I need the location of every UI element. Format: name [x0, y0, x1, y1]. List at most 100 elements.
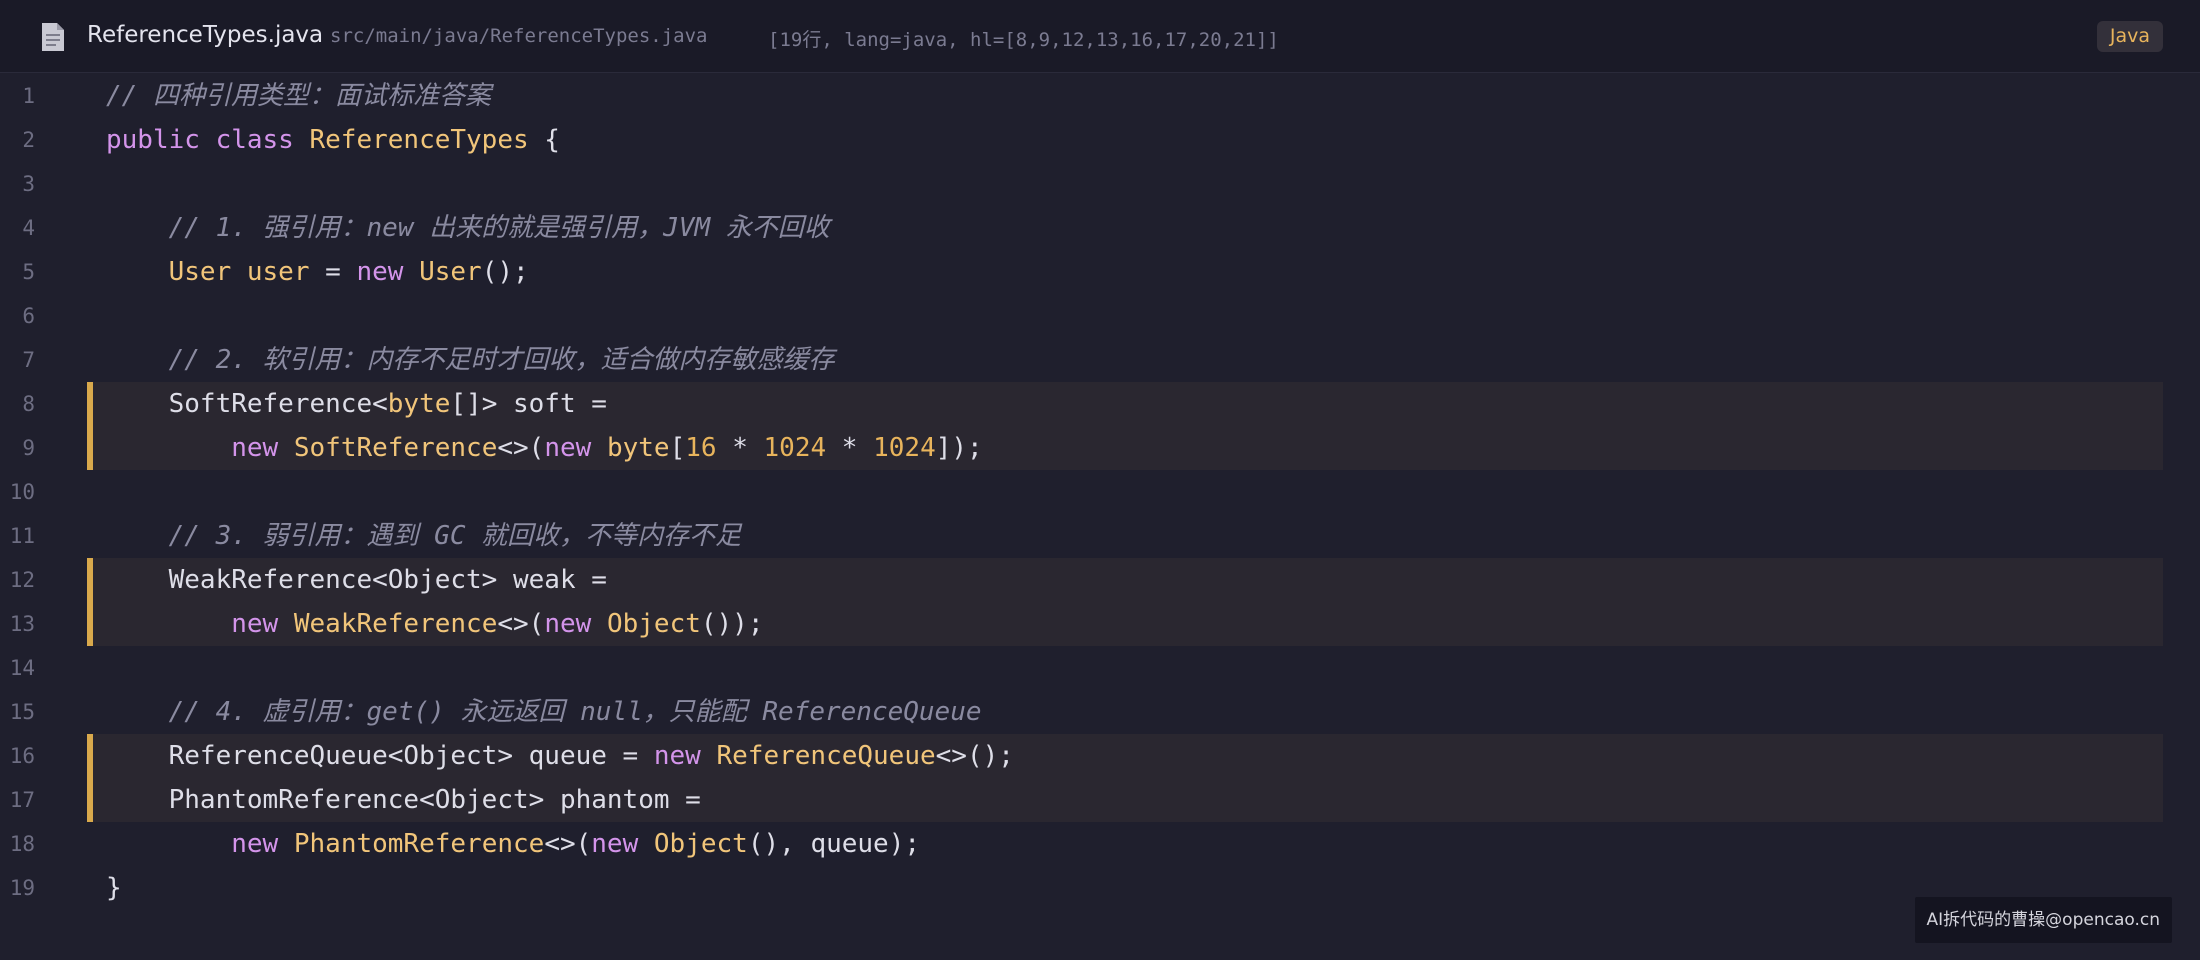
code-token: 1024: [873, 433, 936, 463]
code-token: [: [669, 433, 686, 463]
code-line: 2 public class ReferenceTypes {: [0, 118, 2200, 162]
code-line: 8 SoftReference<byte[]> soft =: [0, 382, 2200, 426]
line-number: 14: [9, 656, 35, 680]
line-text: public class ReferenceTypes {: [106, 118, 560, 162]
line-number: 18: [9, 832, 35, 856]
code-token: <>(: [544, 829, 592, 859]
file-header: ReferenceTypes.java src/main/java/Refere…: [0, 0, 2200, 73]
line-text: // 4. 虚引用：get() 永远返回 null，只能配 ReferenceQ…: [106, 690, 982, 734]
line-number: 1: [22, 84, 35, 108]
code-token: User user: [106, 257, 310, 287]
line-number: 10: [9, 480, 35, 504]
language-badge: Java: [2096, 21, 2163, 52]
line-text: SoftReference<byte[]> soft =: [106, 382, 607, 426]
code-line: 6: [0, 294, 2200, 338]
code-token: {: [528, 125, 560, 155]
line-text: PhantomReference<Object> phantom =: [106, 778, 701, 822]
line-text: }: [106, 866, 122, 910]
code-token: PhantomReference<Object> phantom =: [106, 785, 701, 815]
line-number: 16: [9, 744, 35, 768]
code-token: // 四种引用类型：面试标准答案: [106, 81, 491, 111]
code-line: 7 // 2. 软引用：内存不足时才回收，适合做内存敏感缓存: [0, 338, 2200, 382]
code-token: }: [106, 873, 122, 903]
code-token: new: [231, 829, 294, 859]
code-line: 12 WeakReference<Object> weak =: [0, 558, 2200, 602]
code-token: <>();: [935, 741, 1014, 771]
code-token: ReferenceQueue: [716, 741, 936, 771]
code-line: 9 new SoftReference<>(new byte[16 * 1024…: [0, 426, 2200, 470]
line-number: 15: [9, 700, 35, 724]
code-token: 1024: [763, 433, 827, 463]
code-token: []> soft =: [450, 389, 607, 419]
code-line: 3: [0, 162, 2200, 206]
line-number: 7: [22, 348, 35, 372]
code-token: new: [653, 741, 717, 771]
code-token: new: [231, 433, 294, 463]
code-token: SoftReference: [293, 433, 498, 463]
code-line: 19}: [0, 866, 2200, 910]
line-number: 11: [9, 524, 35, 548]
file-icon: [42, 23, 64, 51]
code-token: // 2. 软引用：内存不足时才回收，适合做内存敏感缓存: [106, 345, 835, 375]
code-token: new: [591, 829, 654, 859]
code-token: *: [826, 433, 874, 463]
code-line: 10: [0, 470, 2200, 514]
code-line: 5 User user = new User();: [0, 250, 2200, 294]
code-line: 15 // 4. 虚引用：get() 永远返回 null，只能配 Referen…: [0, 690, 2200, 734]
code-line: 13 new WeakReference<>(new Object());: [0, 602, 2200, 646]
code-token: (), queue);: [747, 829, 921, 859]
line-text: ReferenceQueue<Object> queue = new Refer…: [106, 734, 1014, 778]
code-token: Object: [653, 829, 748, 859]
code-token: ]);: [935, 433, 983, 463]
file-meta: [19行, lang=java, hl=[8,9,12,13,16,17,20,…: [768, 29, 1279, 51]
code-token: *: [716, 433, 764, 463]
code-token: WeakReference<Object> weak =: [106, 565, 607, 595]
code-token: SoftReference<: [106, 389, 388, 419]
line-number: 12: [9, 568, 35, 592]
code-token: PhantomReference: [293, 829, 545, 859]
code-line: 17 PhantomReference<Object> phantom =: [0, 778, 2200, 822]
code-token: <>(: [497, 433, 545, 463]
line-number: 2: [22, 128, 35, 152]
line-text: // 四种引用类型：面试标准答案: [106, 74, 491, 118]
line-number: 4: [22, 216, 35, 240]
line-text: WeakReference<Object> weak =: [106, 558, 607, 602]
file-path: src/main/java/ReferenceTypes.java: [330, 25, 708, 47]
line-text: new WeakReference<>(new Object());: [106, 602, 763, 646]
file-name: ReferenceTypes.java: [87, 22, 324, 48]
line-number: 13: [9, 612, 35, 636]
code-line: 18 new PhantomReference<>(new Object(), …: [0, 822, 2200, 866]
code-token: byte: [606, 433, 670, 463]
code-token: // 1. 强引用：new 出来的就是强引用，JVM 永不回收: [106, 213, 830, 243]
code-line: 1 // 四种引用类型：面试标准答案: [0, 74, 2200, 118]
code-line: 14: [0, 646, 2200, 690]
line-text: // 3. 弱引用：遇到 GC 就回收，不等内存不足: [106, 514, 742, 558]
line-number: 6: [22, 304, 35, 328]
code-token: // 4. 虚引用：get() 永远返回 null，只能配 ReferenceQ…: [106, 697, 982, 727]
code-token: User: [419, 257, 482, 287]
line-text: // 2. 软引用：内存不足时才回收，适合做内存敏感缓存: [106, 338, 835, 382]
code-token: public class: [106, 125, 310, 155]
code-token: <>(: [497, 609, 545, 639]
line-number: 19: [9, 876, 35, 900]
line-number: 5: [22, 260, 35, 284]
code-line: 11 // 3. 弱引用：遇到 GC 就回收，不等内存不足: [0, 514, 2200, 558]
code-token: // 3. 弱引用：遇到 GC 就回收，不等内存不足: [106, 521, 742, 551]
code-token: ReferenceQueue<Object> queue =: [106, 741, 654, 771]
code-token: WeakReference: [293, 609, 498, 639]
code-token: byte: [387, 389, 451, 419]
code-block: 1 // 四种引用类型：面试标准答案 2 public class Reference…: [0, 74, 2200, 910]
line-text: new PhantomReference<>(new Object(), que…: [106, 822, 920, 866]
code-token: new: [544, 609, 607, 639]
line-number: 8: [22, 392, 35, 416]
code-token: Object: [606, 609, 701, 639]
watermark: AI拆代码的曹操@opencao.cn: [1914, 897, 2172, 943]
line-text: // 1. 强引用：new 出来的就是强引用，JVM 永不回收: [106, 206, 830, 250]
code-token: new: [356, 257, 420, 287]
code-line: 4 // 1. 强引用：new 出来的就是强引用，JVM 永不回收: [0, 206, 2200, 250]
code-token: ();: [481, 257, 529, 287]
code-token: new: [544, 433, 607, 463]
